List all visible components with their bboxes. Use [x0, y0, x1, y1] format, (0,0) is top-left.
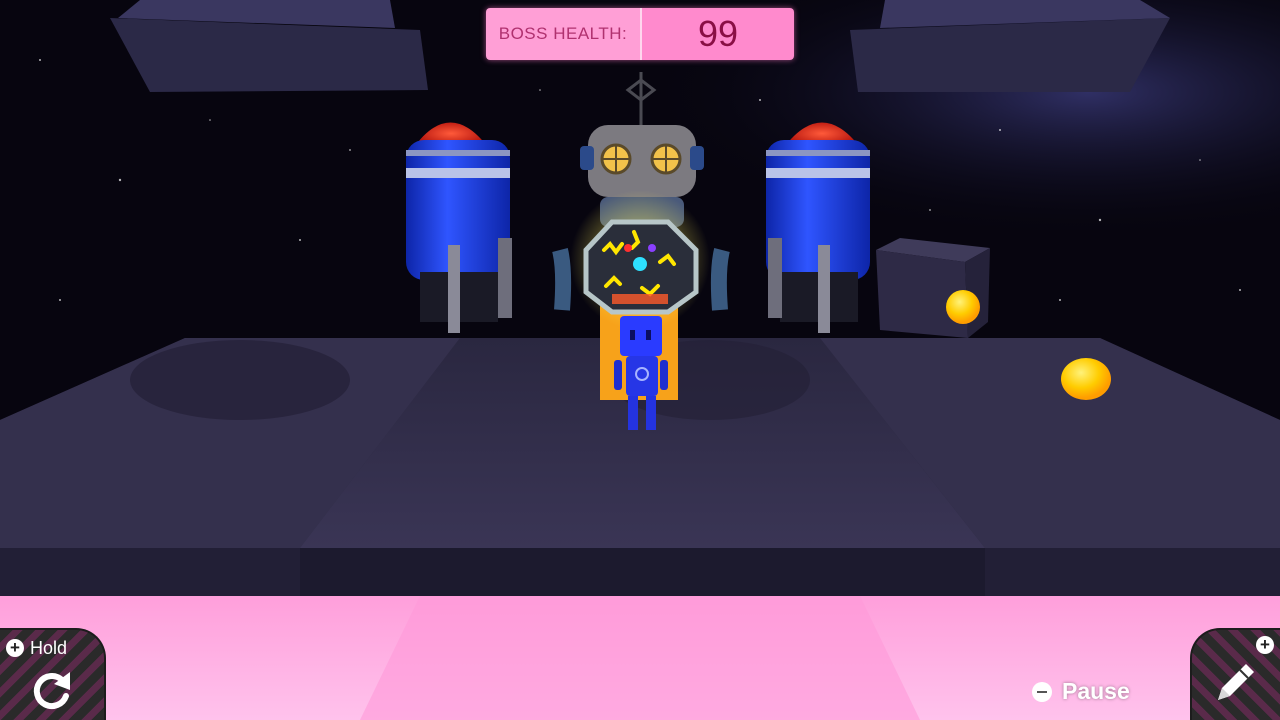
hold-label: Hold [30, 638, 68, 658]
ceiling-pod-right [850, 0, 1170, 92]
pause-prompt[interactable]: Pause [1032, 678, 1130, 705]
floating-cube [876, 238, 990, 338]
pencil-icon [1218, 664, 1254, 700]
rotate-icon [33, 672, 70, 710]
rocket-right [766, 122, 870, 333]
hold-button[interactable]: + Hold [0, 628, 106, 720]
boss-health-value: 99 [642, 8, 794, 60]
plus-button-icon: + [1256, 636, 1274, 654]
boss-health-bar: BOSS HEALTH: 99 [486, 8, 794, 60]
rocket-left [406, 122, 512, 333]
pause-label: Pause [1062, 678, 1130, 704]
game-scene [0, 0, 1280, 720]
coin [1061, 358, 1111, 400]
plus-button-icon: + [6, 639, 24, 657]
boss-health-label: BOSS HEALTH: [486, 8, 642, 60]
ceiling-pod-left [110, 0, 428, 92]
draw-button[interactable]: + [1190, 628, 1280, 720]
coin [946, 290, 980, 324]
minus-button-icon [1032, 681, 1052, 702]
